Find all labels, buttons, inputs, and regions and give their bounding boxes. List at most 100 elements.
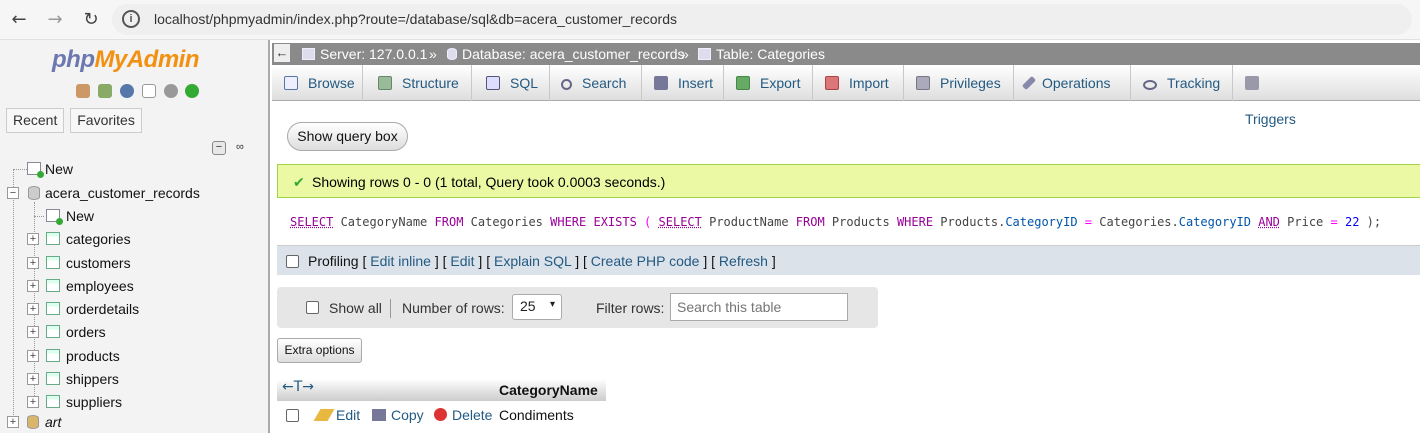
reload-icon[interactable]: ↻	[80, 9, 102, 31]
back-arrow-icon[interactable]: ←	[8, 9, 30, 31]
show-all-checkbox[interactable]	[306, 301, 319, 314]
forward-arrow-icon[interactable]: →	[44, 9, 66, 31]
table-icon	[46, 279, 60, 292]
tab-label: Browse	[308, 75, 355, 91]
tab-recent[interactable]: Recent	[6, 108, 65, 133]
gear-icon[interactable]	[163, 84, 178, 98]
check-icon: ✔	[293, 175, 305, 191]
profiling-label: Profiling	[308, 253, 359, 269]
breadcrumb-separator: »	[429, 46, 437, 62]
tab-label: Tracking	[1167, 75, 1221, 91]
reload-navigation-icon[interactable]	[185, 84, 200, 98]
results-navigation: Show all Number of rows: 25 ▾ Filter rows…	[277, 287, 878, 328]
table-icon	[46, 325, 60, 338]
tab-search[interactable]: Search	[549, 65, 642, 101]
refresh-link[interactable]: Refresh	[719, 253, 768, 269]
expand-icon[interactable]: +	[27, 280, 39, 292]
tree-item-label: shippers	[66, 371, 119, 387]
expand-icon[interactable]: +	[27, 257, 39, 269]
expand-icon[interactable]: +	[27, 396, 39, 408]
expand-icon[interactable]: +	[27, 373, 39, 385]
breadcrumb-server[interactable]: Server: 127.0.0.1	[302, 46, 427, 62]
browser-toolbar: ← → ↻ i localhost/phpmyadmin/index.php?r…	[0, 0, 1420, 40]
link-with-main-icon[interactable]: ∞	[233, 142, 247, 156]
expand-icon[interactable]: +	[7, 416, 19, 428]
url-text[interactable]: localhost/phpmyadmin/index.php?route=/da…	[154, 11, 677, 27]
table-icon	[46, 256, 60, 269]
breadcrumb-table[interactable]: Table: Categories	[698, 46, 825, 62]
collapse-sidebar-icon[interactable]: ←	[274, 44, 290, 62]
browse-icon	[284, 76, 298, 90]
column-header-categoryname[interactable]: CategoryName	[499, 382, 598, 398]
tab-privileges[interactable]: Privileges	[904, 65, 1014, 101]
expand-icon[interactable]: +	[27, 233, 39, 245]
phpmyadmin-logo[interactable]: phpMyAdmin	[52, 46, 199, 74]
tree-item-label: categories	[66, 231, 131, 247]
tab-label: Operations	[1042, 75, 1111, 91]
collapse-icon[interactable]: −	[7, 187, 19, 199]
edit-link[interactable]: Edit	[450, 253, 474, 269]
tree-item-table-categories[interactable]: + categories	[0, 229, 270, 249]
docs-icon[interactable]	[141, 84, 156, 98]
tree-item-label: employees	[66, 278, 134, 294]
tab-tracking[interactable]: Tracking	[1131, 65, 1233, 101]
tab-sql[interactable]: SQL	[474, 65, 550, 101]
tree-item-label: orderdetails	[66, 301, 140, 317]
expand-icon[interactable]: +	[27, 350, 39, 362]
tab-favorites[interactable]: Favorites	[70, 108, 142, 133]
rows-per-page-select[interactable]: 25 ▾	[512, 294, 562, 320]
tab-export[interactable]: Export	[724, 65, 813, 101]
tree-item-table-products[interactable]: + products	[0, 346, 270, 366]
row-checkbox[interactable]	[286, 409, 299, 422]
sql-icon	[486, 76, 500, 90]
tree-item-table-customers[interactable]: + customers	[0, 253, 270, 273]
tree-item-database-art[interactable]: + art	[0, 412, 270, 432]
delete-row-button[interactable]: Delete	[434, 407, 492, 423]
tree-item-label: art	[45, 414, 62, 430]
tab-label: Triggers	[1245, 111, 1296, 127]
tab-browse[interactable]: Browse	[272, 65, 363, 101]
address-bar[interactable]: i localhost/phpmyadmin/index.php?route=/…	[112, 4, 1412, 35]
create-php-code-link[interactable]: Create PHP code	[591, 253, 700, 269]
tree-item-label: customers	[66, 255, 131, 271]
tree-item-database[interactable]: − acera_customer_records	[0, 183, 270, 203]
tab-import[interactable]: Import	[813, 65, 904, 101]
site-info-icon[interactable]: i	[122, 10, 140, 28]
table-icon	[46, 372, 60, 385]
logout-icon[interactable]	[97, 84, 112, 98]
breadcrumb-database[interactable]: Database: acera_customer_records	[447, 46, 685, 62]
search-icon	[561, 79, 572, 90]
tree-item-table-shippers[interactable]: + shippers	[0, 369, 270, 389]
tree-item-new-database[interactable]: New	[0, 159, 270, 179]
extra-options-button[interactable]: Extra options	[277, 338, 362, 363]
home-icon[interactable]	[76, 84, 90, 98]
help-icon[interactable]	[119, 84, 134, 98]
tree-item-table-orders[interactable]: + orders	[0, 322, 270, 342]
copy-row-button[interactable]: Copy	[372, 407, 424, 423]
logo-php-text: php	[52, 46, 95, 73]
tab-triggers[interactable]: Triggers	[1233, 65, 1305, 127]
profiling-checkbox[interactable]	[286, 255, 299, 268]
new-icon	[27, 162, 44, 178]
tab-label: Insert	[678, 75, 714, 91]
tab-structure[interactable]: Structure	[366, 65, 472, 101]
explain-sql-link[interactable]: Explain SQL	[494, 253, 571, 269]
copy-label: Copy	[391, 407, 424, 423]
tree-item-label: orders	[66, 324, 106, 340]
results-table-header: ←T→ CategoryName	[277, 379, 606, 401]
expand-icon[interactable]: +	[27, 326, 39, 338]
edit-row-button[interactable]: Edit	[313, 407, 360, 423]
column-resize-arrows-icon[interactable]: ←T→	[282, 379, 314, 395]
expand-icon[interactable]: +	[27, 303, 39, 315]
edit-inline-link[interactable]: Edit inline	[370, 253, 431, 269]
filter-rows-input[interactable]	[670, 293, 848, 321]
tree-item-table-suppliers[interactable]: + suppliers	[0, 392, 270, 412]
show-query-box-button[interactable]: Show query box	[287, 122, 408, 151]
collapse-all-icon[interactable]: −	[212, 141, 226, 155]
tree-item-table-employees[interactable]: + employees	[0, 276, 270, 296]
tree-item-new-table[interactable]: New	[0, 206, 270, 226]
tab-insert[interactable]: Insert	[642, 65, 724, 101]
success-message: ✔ Showing rows 0 - 0 (1 total, Query too…	[277, 164, 1420, 198]
tree-item-table-orderdetails[interactable]: + orderdetails	[0, 299, 270, 319]
tab-operations[interactable]: Operations	[1014, 65, 1131, 101]
